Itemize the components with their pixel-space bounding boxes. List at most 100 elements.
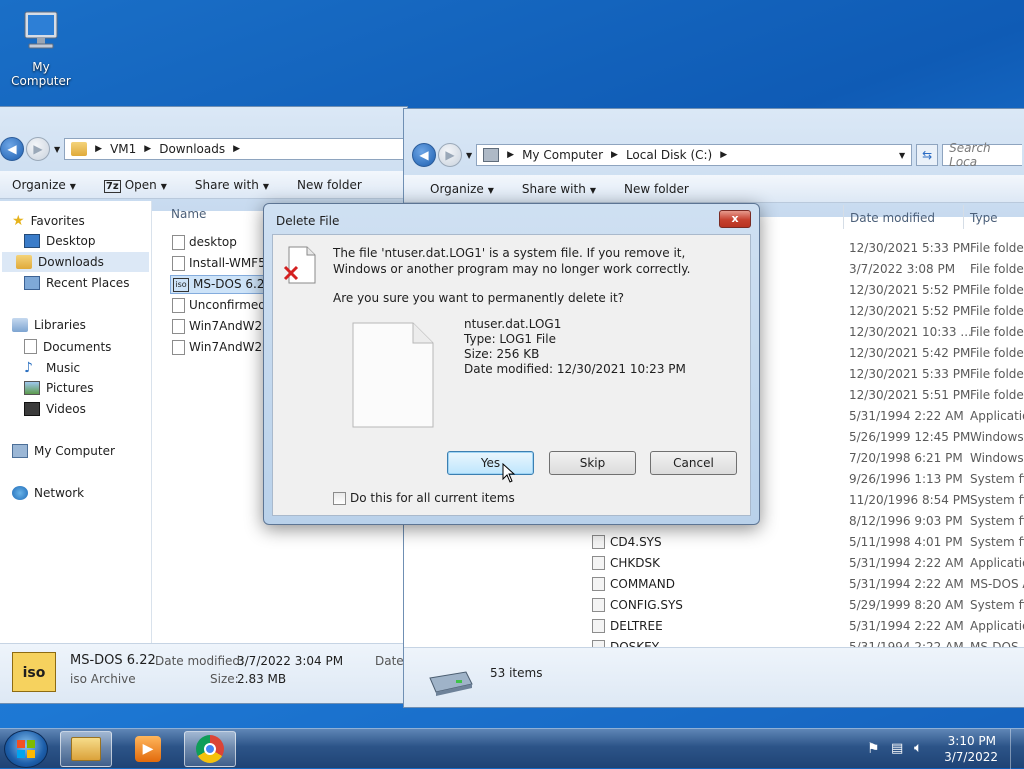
file-size: Size: 256 KB [464,347,540,361]
back-button[interactable]: ◀ [412,143,436,167]
skip-button[interactable]: Skip [549,451,636,475]
nav-music[interactable]: ♪ Music [24,360,80,376]
file-icon [592,598,605,612]
refresh-icon[interactable]: ⇆ [916,144,939,166]
column-header-name[interactable]: Name [171,207,206,221]
new-folder-button[interactable]: New folder [297,178,362,192]
table-row[interactable]: DELTREE 5/31/1994 2:22 AM Application [404,618,1024,638]
apply-all-checkbox[interactable]: Do this for all current items [333,491,515,505]
cell-type: Application [970,556,1024,570]
file-row[interactable]: Win7AndW2K [172,340,270,355]
cell-date-modified: 12/30/2021 10:33 ... [849,325,972,339]
flag-alert-icon[interactable]: ⚑ [867,741,880,757]
iso-file-large-icon: iso [12,652,56,692]
drive-icon [483,148,500,162]
desktop-icon-my-computer[interactable]: My Computer [2,8,80,88]
table-row[interactable]: COMMAND 5/31/1994 2:22 AM MS-DOS A [404,576,1024,596]
nav-desktop[interactable]: Desktop [24,234,96,248]
open-button[interactable]: 7z Open ▼ [103,178,167,193]
table-row[interactable]: CHKDSK 5/31/1994 2:22 AM Application [404,555,1024,575]
cell-name: COMMAND [610,577,675,591]
file-icon [592,577,605,591]
address-bar[interactable]: ▶ My Computer ▶ Local Disk (C:) ▶ ▼ [476,144,913,166]
cell-date-modified: 5/11/1998 4:01 PM [849,535,963,549]
share-with-button[interactable]: Share with ▼ [195,178,269,192]
nav-downloads[interactable]: Downloads [2,252,149,272]
file-row[interactable]: Win7AndW2K [172,319,270,334]
organize-button[interactable]: Organize ▼ [430,182,494,196]
cell-type: File folder [970,325,1024,339]
close-button[interactable]: x [719,210,751,228]
table-row[interactable]: CD4.SYS 5/11/1998 4:01 PM System file [404,534,1024,554]
show-desktop-button[interactable] [1010,729,1024,769]
nav-libraries[interactable]: Libraries [12,318,86,332]
address-bar[interactable]: ▶ VM1 ▶ Downloads ▶ [64,138,405,160]
share-with-button[interactable]: Share with ▼ [522,182,596,196]
new-folder-button[interactable]: New folder [624,182,689,196]
column-header-date-modified[interactable]: Date modified [850,211,935,225]
organize-button[interactable]: Organize ▼ [12,178,76,192]
yes-button[interactable]: Yes [447,451,534,475]
nav-documents[interactable]: Documents [24,339,111,354]
column-divider [963,205,964,229]
details-file-type: iso Archive [70,672,136,686]
clock-time[interactable]: 3:10 PM [948,734,996,748]
cell-name: CHKDSK [610,556,660,570]
folder-icon [71,142,88,156]
taskbar-chrome-button[interactable] [184,731,236,767]
cell-date-modified: 5/31/1994 2:22 AM [849,409,964,423]
folder-icon [71,737,101,761]
cancel-button[interactable]: Cancel [650,451,737,475]
nav-pictures[interactable]: Pictures [24,381,94,395]
details-size-label: Size: [210,672,239,686]
cell-type: File folder [970,241,1024,255]
recent-pages-dropdown-icon[interactable]: ▼ [466,151,472,160]
file-row-selected[interactable]: iso MS-DOS 6.22 [170,275,276,294]
volume-icon[interactable]: 🔈︎ [914,740,922,756]
nav-network[interactable]: Network [12,486,84,500]
cell-type: System file [970,598,1024,612]
cell-type: System file [970,514,1024,528]
cell-date-modified: 5/31/1994 2:22 AM [849,577,964,591]
cell-date-modified: 11/20/1996 8:54 PM [849,493,971,507]
start-button[interactable] [4,730,48,768]
breadcrumb-item[interactable]: My Computer [522,148,603,162]
cell-type: File folder [970,367,1024,381]
cell-date-modified: 12/30/2021 5:33 PM [849,241,971,255]
details-date-label: Date modified: [155,654,245,668]
taskbar-media-player-button[interactable]: ▶ [122,731,174,767]
file-icon [592,535,605,549]
dialog-body: The file 'ntuser.dat.LOG1' is a system f… [272,234,751,516]
taskbar-explorer-button[interactable] [60,731,112,767]
network-icon [12,486,28,500]
forward-button[interactable]: ▶ [438,143,462,167]
folder-shortcut-icon [172,235,185,250]
checkbox-box[interactable] [333,491,346,505]
file-row[interactable]: Install-WMF5. [172,256,270,271]
chrome-icon [196,735,224,763]
cell-date-modified: 12/30/2021 5:52 PM [849,283,971,297]
back-button[interactable]: ◀ [0,137,24,161]
recent-pages-dropdown-icon[interactable]: ▼ [54,145,60,154]
forward-button[interactable]: ▶ [26,137,50,161]
address-dropdown-icon[interactable]: ▼ [899,151,905,160]
nav-recent-places[interactable]: Recent Places [24,276,129,290]
clock-date[interactable]: 3/7/2022 [944,750,998,764]
column-header-type[interactable]: Type [970,211,998,225]
file-name: ntuser.dat.LOG1 [464,317,562,331]
cell-type: Application [970,619,1024,633]
breadcrumb-item[interactable]: Local Disk (C:) [626,148,712,162]
nav-videos[interactable]: Videos [24,402,86,416]
breadcrumb-item[interactable]: VM1 [110,142,136,156]
iso-icon: iso [173,277,189,292]
file-row[interactable]: desktop [172,235,237,250]
search-input[interactable]: Search Loca [942,141,1023,169]
cell-name: CONFIG.SYS [610,598,683,612]
libraries-icon [12,318,28,332]
breadcrumb-item[interactable]: Downloads [159,142,225,156]
nav-my-computer[interactable]: My Computer [12,444,115,458]
nav-favorites[interactable]: ★ Favorites [12,213,85,229]
file-row[interactable]: Unconfirmed [172,298,266,313]
network-status-icon[interactable]: ▤ [891,741,903,756]
table-row[interactable]: CONFIG.SYS 5/29/1999 8:20 AM System file [404,597,1024,617]
